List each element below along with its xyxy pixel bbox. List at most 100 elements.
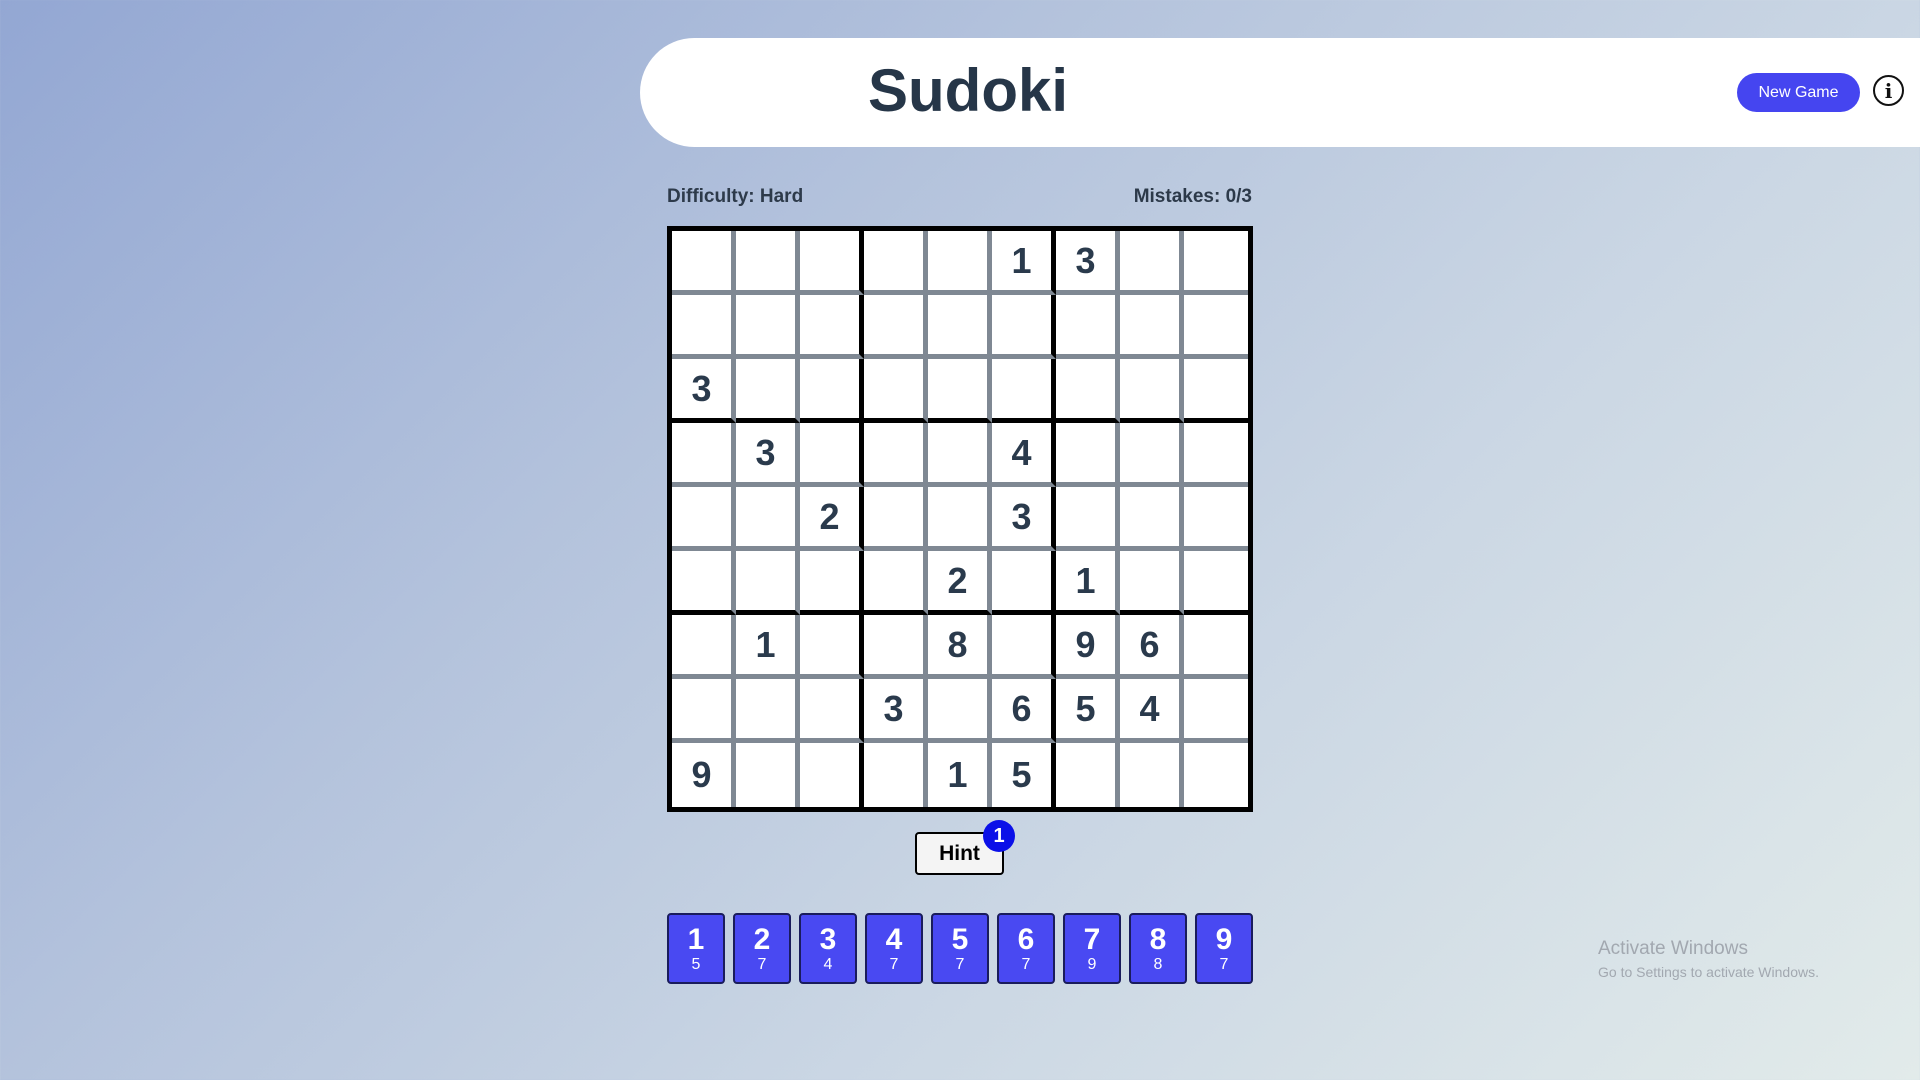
number-button-8[interactable]: 88 <box>1129 913 1187 984</box>
sudoku-cell[interactable] <box>928 295 992 359</box>
sudoku-cell[interactable] <box>928 231 992 295</box>
sudoku-cell[interactable] <box>1056 295 1120 359</box>
sudoku-cell[interactable] <box>1184 743 1248 807</box>
sudoku-cell[interactable] <box>1120 423 1184 487</box>
sudoku-cell[interactable] <box>736 295 800 359</box>
sudoku-cell[interactable] <box>736 359 800 423</box>
sudoku-cell[interactable] <box>800 295 864 359</box>
sudoku-cell[interactable] <box>736 743 800 807</box>
sudoku-cell[interactable] <box>1056 359 1120 423</box>
sudoku-cell[interactable] <box>736 679 800 743</box>
sudoku-cell[interactable] <box>1184 551 1248 615</box>
sudoku-cell[interactable] <box>1184 423 1248 487</box>
top-bar: Sudoki New Game i <box>640 38 1920 147</box>
number-digit: 1 <box>687 922 705 956</box>
number-button-1[interactable]: 15 <box>667 913 725 984</box>
sudoku-cell[interactable]: 5 <box>992 743 1056 807</box>
sudoku-cell[interactable] <box>1184 231 1248 295</box>
sudoku-cell[interactable]: 9 <box>1056 615 1120 679</box>
sudoku-cell[interactable]: 4 <box>992 423 1056 487</box>
number-button-7[interactable]: 79 <box>1063 913 1121 984</box>
sudoku-cell[interactable]: 6 <box>1120 615 1184 679</box>
sudoku-cell[interactable] <box>992 615 1056 679</box>
number-digit: 7 <box>1083 922 1101 956</box>
number-digit: 5 <box>951 922 969 956</box>
sudoku-cell[interactable]: 3 <box>736 423 800 487</box>
sudoku-cell[interactable] <box>1184 359 1248 423</box>
sudoku-cell[interactable] <box>864 551 928 615</box>
sudoku-cell[interactable] <box>736 487 800 551</box>
sudoku-cell[interactable] <box>672 295 736 359</box>
sudoku-cell[interactable]: 1 <box>736 615 800 679</box>
sudoku-cell[interactable] <box>1056 423 1120 487</box>
sudoku-cell[interactable] <box>992 295 1056 359</box>
sudoku-cell[interactable] <box>1120 231 1184 295</box>
sudoku-cell[interactable] <box>1120 487 1184 551</box>
sudoku-cell[interactable] <box>736 231 800 295</box>
sudoku-cell[interactable] <box>1184 487 1248 551</box>
sudoku-cell[interactable] <box>864 359 928 423</box>
sudoku-cell[interactable] <box>800 743 864 807</box>
sudoku-cell[interactable]: 2 <box>800 487 864 551</box>
sudoku-cell[interactable] <box>928 487 992 551</box>
sudoku-cell[interactable] <box>800 359 864 423</box>
number-button-2[interactable]: 27 <box>733 913 791 984</box>
sudoku-cell[interactable] <box>1184 615 1248 679</box>
sudoku-cell[interactable]: 6 <box>992 679 1056 743</box>
sudoku-cell[interactable]: 2 <box>928 551 992 615</box>
sudoku-cell[interactable] <box>800 615 864 679</box>
sudoku-cell[interactable] <box>672 423 736 487</box>
sudoku-cell[interactable] <box>672 679 736 743</box>
sudoku-cell[interactable] <box>864 615 928 679</box>
sudoku-cell[interactable] <box>672 487 736 551</box>
sudoku-cell[interactable] <box>672 231 736 295</box>
sudoku-cell[interactable] <box>672 551 736 615</box>
sudoku-cell[interactable] <box>1184 295 1248 359</box>
sudoku-cell[interactable] <box>864 231 928 295</box>
sudoku-cell[interactable] <box>928 423 992 487</box>
new-game-button[interactable]: New Game <box>1737 73 1860 112</box>
sudoku-cell[interactable] <box>800 551 864 615</box>
sudoku-cell[interactable] <box>1120 743 1184 807</box>
sudoku-cell[interactable] <box>1056 743 1120 807</box>
sudoku-cell[interactable] <box>672 615 736 679</box>
sudoku-cell[interactable]: 1 <box>1056 551 1120 615</box>
sudoku-cell[interactable]: 3 <box>672 359 736 423</box>
mistakes-counter: Mistakes: 0/3 <box>1133 186 1252 207</box>
sudoku-cell[interactable]: 3 <box>864 679 928 743</box>
sudoku-cell[interactable] <box>1120 295 1184 359</box>
number-button-6[interactable]: 67 <box>997 913 1055 984</box>
number-remaining-count: 7 <box>889 955 899 973</box>
sudoku-cell[interactable]: 1 <box>928 743 992 807</box>
number-button-4[interactable]: 47 <box>865 913 923 984</box>
sudoku-cell[interactable] <box>864 295 928 359</box>
sudoku-cell[interactable] <box>992 359 1056 423</box>
sudoku-cell[interactable]: 5 <box>1056 679 1120 743</box>
sudoku-cell[interactable] <box>1184 679 1248 743</box>
sudoku-cell[interactable]: 3 <box>992 487 1056 551</box>
sudoku-cell[interactable]: 9 <box>672 743 736 807</box>
sudoku-cell[interactable] <box>864 487 928 551</box>
sudoku-cell[interactable]: 8 <box>928 615 992 679</box>
sudoku-cell[interactable] <box>800 231 864 295</box>
number-button-5[interactable]: 57 <box>931 913 989 984</box>
sudoku-cell[interactable]: 1 <box>992 231 1056 295</box>
sudoku-cell[interactable] <box>1056 487 1120 551</box>
number-button-3[interactable]: 34 <box>799 913 857 984</box>
app-title: Sudoki <box>868 57 1069 124</box>
sudoku-cell[interactable] <box>864 743 928 807</box>
info-icon[interactable]: i <box>1873 75 1904 106</box>
sudoku-cell[interactable] <box>800 423 864 487</box>
sudoku-cell[interactable] <box>992 551 1056 615</box>
sudoku-cell[interactable] <box>928 679 992 743</box>
sudoku-cell[interactable] <box>736 551 800 615</box>
sudoku-cell[interactable] <box>800 679 864 743</box>
sudoku-cell[interactable] <box>928 359 992 423</box>
sudoku-cell[interactable] <box>864 423 928 487</box>
sudoku-cell[interactable]: 4 <box>1120 679 1184 743</box>
number-button-9[interactable]: 97 <box>1195 913 1253 984</box>
sudoku-cell[interactable] <box>1120 551 1184 615</box>
sudoku-cell[interactable] <box>1120 359 1184 423</box>
sudoku-cell[interactable]: 3 <box>1056 231 1120 295</box>
game-status: Difficulty: Hard Mistakes: 0/3 <box>667 186 1252 208</box>
